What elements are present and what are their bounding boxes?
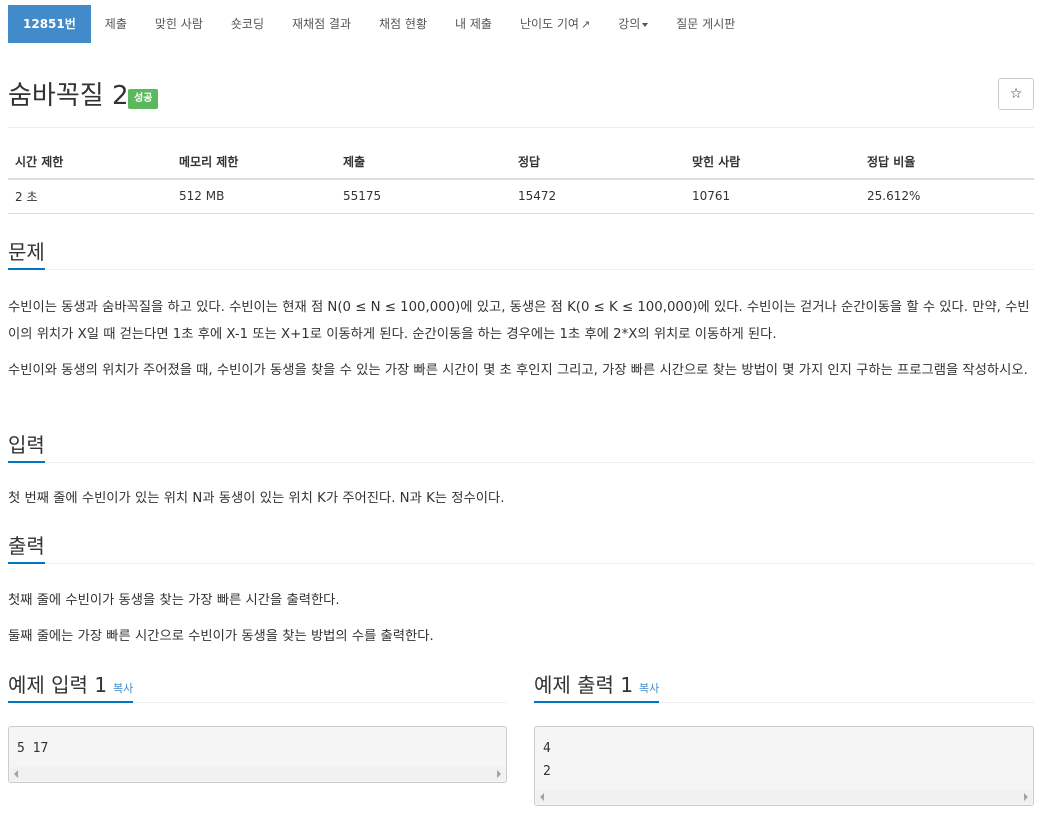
output-section-header: 출력: [8, 532, 1034, 564]
scroll-left-icon[interactable]: [14, 770, 18, 778]
external-link-icon: ↗: [580, 18, 591, 31]
table-header-row: 시간 제한 메모리 제한 제출 정답 맞힌 사람 정답 비율: [8, 145, 1034, 180]
output-paragraph-1: 첫째 줄에 수빈이가 동생을 찾는 가장 빠른 시간을 출력한다.: [8, 593, 340, 608]
problem-info-table: 시간 제한 메모리 제한 제출 정답 맞힌 사람 정답 비율 2 초 512 M…: [8, 145, 1034, 214]
problem-nav: 12851번 제출 맞힌 사람 숏코딩 재채점 결과 채점 현황 내 제출 난이…: [8, 5, 749, 43]
tab-my-submissions[interactable]: 내 제출: [441, 5, 506, 43]
sample-input-text: 5 17: [17, 741, 49, 756]
tab-problem[interactable]: 12851번: [8, 5, 91, 43]
description-paragraph-1: 수빈이는 동생과 숨바꼭질을 하고 있다. 수빈이는 현재 점 N(0 ≤ N …: [8, 300, 1030, 342]
star-icon: ☆: [1009, 86, 1023, 102]
value-submissions: 55175: [336, 179, 511, 214]
tab-short-coding[interactable]: 숏코딩: [217, 5, 278, 43]
scroll-right-icon[interactable]: [497, 770, 501, 778]
tab-question-board[interactable]: 질문 게시판: [662, 5, 749, 43]
description-section-header: 문제: [8, 238, 1034, 270]
sample-input-scrollbar[interactable]: [10, 767, 505, 781]
tab-lectures-label: 강의: [618, 17, 641, 31]
copy-sample-input-button[interactable]: 복사: [113, 682, 133, 695]
sample-input-heading: 예제 입력 1: [8, 673, 108, 697]
sample-input-header: 예제 입력 1 복사: [8, 671, 507, 703]
sample-output-heading: 예제 출력 1: [534, 673, 634, 697]
description-paragraph-2: 수빈이와 동생의 위치가 주어졌을 때, 수빈이가 동생을 찾을 수 있는 가장…: [8, 363, 1028, 378]
input-section-header: 입력: [8, 431, 1034, 463]
sample-output-text: 4 2: [543, 741, 551, 779]
sample-output-header: 예제 출력 1 복사: [534, 671, 1034, 703]
input-heading: 입력: [8, 431, 45, 463]
problem-header: 숨바꼭질 2 성공 ☆: [8, 78, 1034, 128]
tab-difficulty-label: 난이도 기여: [519, 17, 579, 31]
page-title: 숨바꼭질 2: [8, 81, 129, 111]
scroll-right-icon[interactable]: [1024, 793, 1028, 801]
sample-input-heading-wrap: 예제 입력 1 복사: [8, 671, 134, 703]
sample-output-scrollbar[interactable]: [536, 790, 1032, 804]
value-accept-ratio: 25.612%: [860, 179, 1034, 214]
output-heading: 출력: [8, 532, 45, 564]
tab-lectures-dropdown[interactable]: 강의: [604, 5, 662, 43]
header-time-limit: 시간 제한: [8, 145, 172, 180]
value-time-limit: 2 초: [8, 179, 172, 214]
scroll-left-icon[interactable]: [540, 793, 544, 801]
header-accepted: 정답: [511, 145, 685, 180]
value-solved-users: 10761: [685, 179, 860, 214]
tab-rejudge-results[interactable]: 재채점 결과: [278, 5, 365, 43]
table-row: 2 초 512 MB 55175 15472 10761 25.612%: [8, 179, 1034, 214]
sample-output-heading-wrap: 예제 출력 1 복사: [534, 671, 660, 703]
copy-sample-output-button[interactable]: 복사: [639, 682, 659, 695]
value-accepted: 15472: [511, 179, 685, 214]
value-memory-limit: 512 MB: [172, 179, 336, 214]
status-badge: 성공: [128, 89, 159, 109]
chevron-down-icon: [642, 22, 649, 27]
description-heading: 문제: [8, 238, 45, 270]
favorite-button[interactable]: ☆: [998, 78, 1034, 110]
output-paragraph-2: 둘째 줄에는 가장 빠른 시간으로 수빈이가 동생을 찾는 방법의 수를 출력한…: [8, 629, 434, 644]
sample-input-box[interactable]: 5 17: [8, 726, 507, 783]
header-submissions: 제출: [336, 145, 511, 180]
sample-output-box[interactable]: 4 2: [534, 726, 1034, 806]
header-memory-limit: 메모리 제한: [172, 145, 336, 180]
input-paragraph: 첫 번째 줄에 수빈이가 있는 위치 N과 동생이 있는 위치 K가 주어진다.…: [8, 491, 505, 506]
tab-difficulty-contribution[interactable]: 난이도 기여 ↗: [506, 5, 604, 43]
tab-solved-users[interactable]: 맞힌 사람: [141, 5, 217, 43]
tab-submit[interactable]: 제출: [91, 5, 141, 43]
tab-judge-status[interactable]: 채점 현황: [365, 5, 441, 43]
header-accept-ratio: 정답 비율: [860, 145, 1034, 180]
header-solved-users: 맞힌 사람: [685, 145, 860, 180]
